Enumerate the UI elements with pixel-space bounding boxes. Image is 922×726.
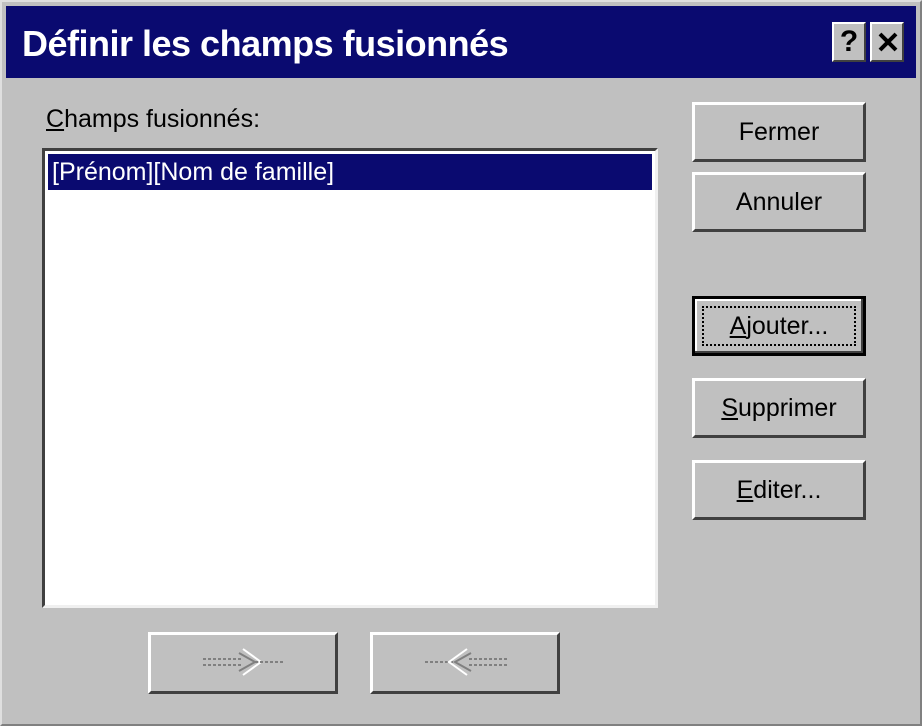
edit-button[interactable]: Editer... [692, 460, 866, 520]
move-out-button[interactable] [370, 632, 560, 694]
help-button[interactable]: ? [832, 22, 866, 62]
arrow-right-icon [203, 648, 283, 676]
move-in-button[interactable] [148, 632, 338, 694]
title-close-button[interactable] [870, 22, 904, 62]
title-bar[interactable]: Définir les champs fusionnés ? [6, 6, 916, 78]
merged-fields-list[interactable]: [Prénom][Nom de famille] [42, 148, 658, 608]
merge-fields-dialog: Définir les champs fusionnés ? Champs fu… [0, 0, 922, 726]
merged-fields-label: Champs fusionnés: [46, 105, 261, 133]
close-icon [878, 32, 898, 52]
arrow-left-icon [425, 648, 507, 676]
close-button[interactable]: Fermer [692, 102, 866, 162]
add-button[interactable]: Ajouter... [692, 296, 866, 356]
help-icon: ? [839, 25, 859, 58]
window-title: Définir les champs fusionnés [22, 23, 509, 64]
list-item[interactable]: [Prénom][Nom de famille] [48, 154, 652, 190]
delete-button[interactable]: Supprimer [692, 378, 866, 438]
cancel-button[interactable]: Annuler [692, 172, 866, 232]
